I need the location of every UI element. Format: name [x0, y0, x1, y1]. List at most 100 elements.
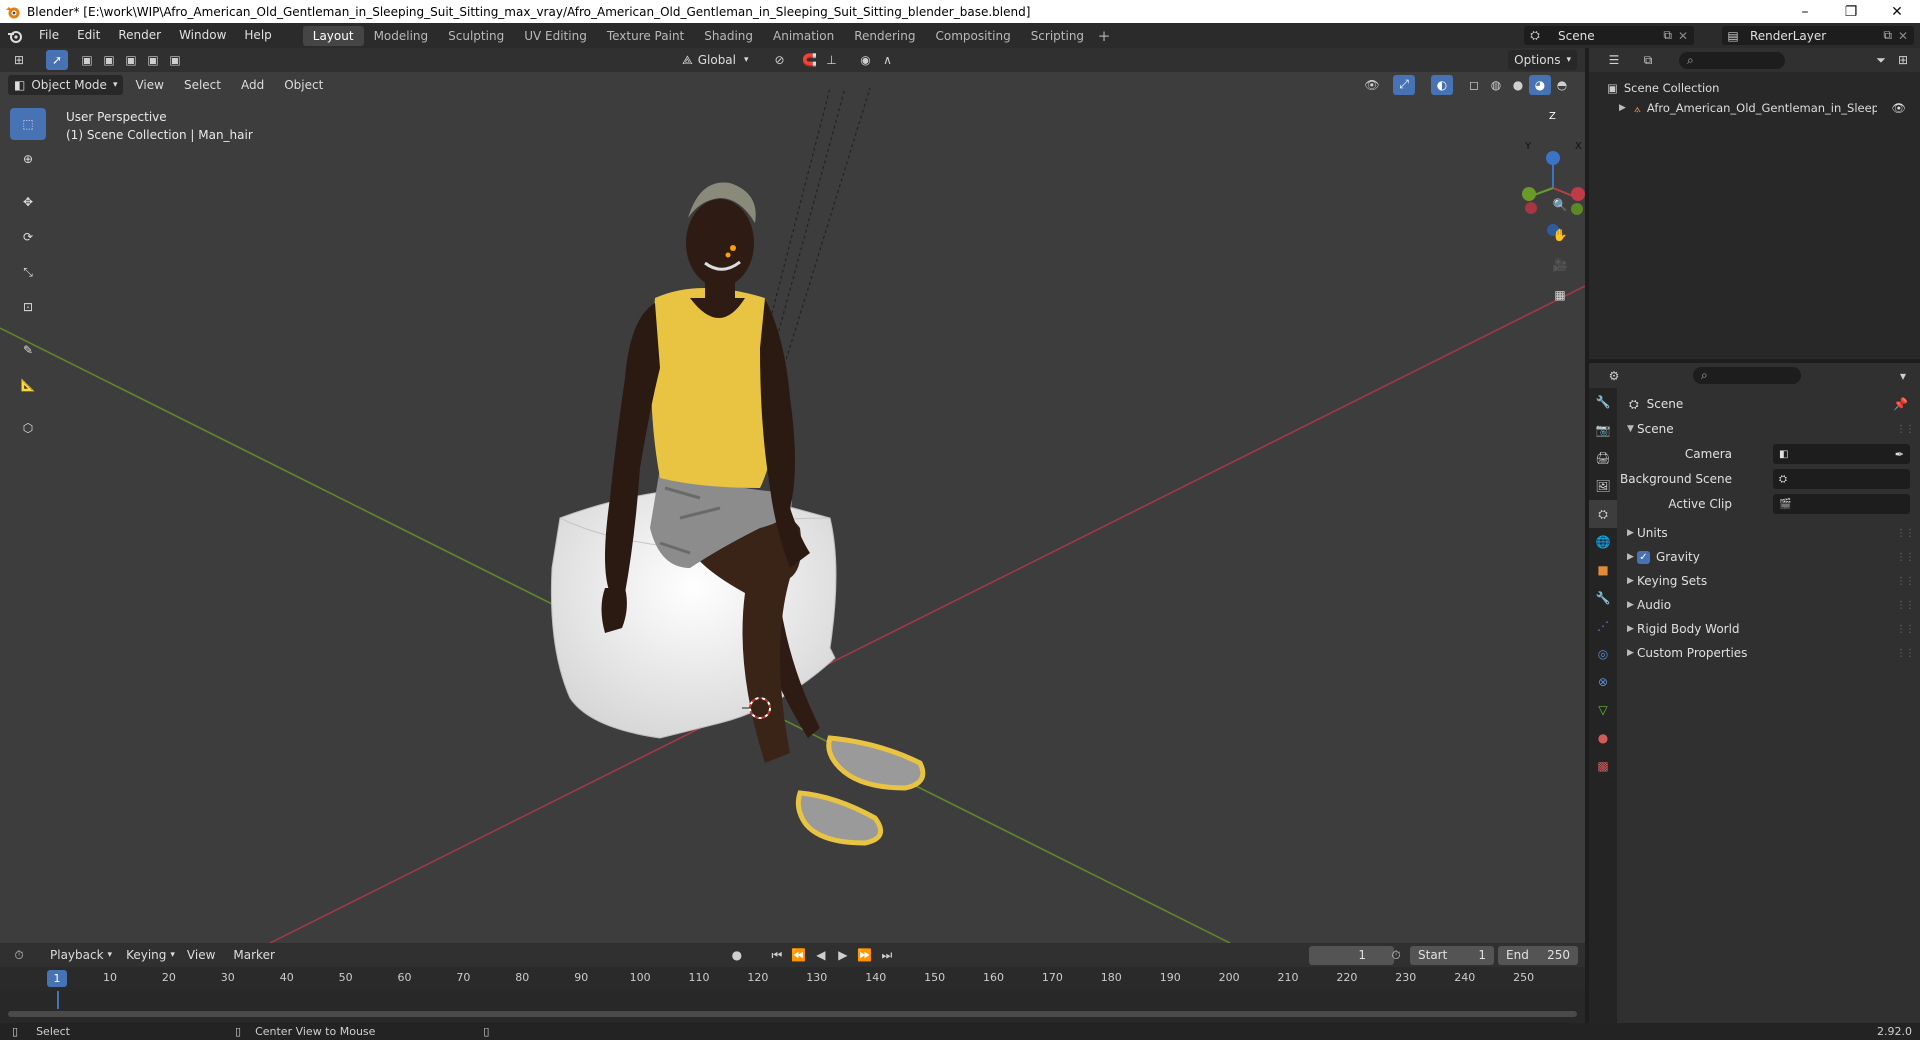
next-keyframe-icon[interactable]: ⏩	[854, 945, 876, 965]
menu-timeline-view[interactable]: View	[181, 945, 221, 965]
jump-end-icon[interactable]: ⏭	[876, 945, 898, 965]
timeline-editor-type-icon[interactable]: ⏱	[8, 945, 30, 965]
timeline-ruler[interactable]: 1 10 20 30 40 50 60 70 80 90 100 110 120 130 140 150 160…	[0, 967, 1585, 991]
drag-handle-icon[interactable]: ⋮⋮	[1896, 552, 1915, 563]
menu-window[interactable]: Window	[170, 23, 235, 48]
outliner-row-scene-collection[interactable]: ▣ Scene Collection	[1589, 78, 1920, 98]
proportional-edit-icon[interactable]: ◉	[855, 50, 877, 70]
expand-arrow-icon[interactable]: ▶	[1619, 103, 1626, 113]
menu-render[interactable]: Render	[109, 23, 170, 48]
tab-sculpting[interactable]: Sculpting	[438, 26, 514, 46]
panel-units-header[interactable]: ▶ Units ⋮⋮	[1617, 521, 1920, 545]
properties-search-input[interactable]: ⌕	[1693, 367, 1801, 384]
view-layer-tab-icon[interactable]: 🖼	[1589, 472, 1617, 500]
camera-view-icon[interactable]: 🎥	[1547, 252, 1573, 278]
scene-selector[interactable]: ⛭ Scene ⧉ ✕	[1524, 26, 1694, 45]
outliner-search-input[interactable]: ⌕	[1679, 51, 1785, 69]
pin-icon[interactable]: 📌	[1893, 397, 1908, 411]
clock-icon[interactable]: ⏱	[1385, 945, 1407, 965]
particles-tab-icon[interactable]: ⋰	[1589, 612, 1617, 640]
active-clip-field[interactable]: 🎬	[1773, 494, 1910, 514]
blender-menu-icon[interactable]	[0, 28, 30, 44]
menu-object[interactable]: Object	[278, 75, 329, 95]
tab-scripting[interactable]: Scripting	[1021, 26, 1094, 46]
menu-playback[interactable]: Playback ▾	[44, 945, 118, 965]
data-tab-icon[interactable]: ▽	[1589, 696, 1617, 724]
add-workspace-button[interactable]: +	[1094, 27, 1114, 45]
select-mode-subtract-icon[interactable]: ▣	[120, 50, 142, 70]
timeline-scrollbar[interactable]	[8, 1011, 1577, 1017]
editor-type-icon[interactable]: ⊞	[8, 50, 30, 70]
outliner-row-object[interactable]: ▶ ⟑ Afro_American_Old_Gentleman_in_Sleep…	[1589, 98, 1920, 118]
select-mode-invert-icon[interactable]: ▣	[142, 50, 164, 70]
snap-toggle-icon[interactable]: 🧲	[799, 50, 821, 70]
menu-keying[interactable]: Keying ▾	[120, 945, 181, 965]
pivot-point-icon[interactable]: ⊘	[769, 50, 791, 70]
playhead-frame-indicator[interactable]: 1	[47, 970, 67, 987]
menu-view[interactable]: View	[129, 75, 169, 95]
render-tab-icon[interactable]: 📷	[1589, 416, 1617, 444]
overlays-icon[interactable]: ◐	[1431, 74, 1453, 95]
end-frame-field[interactable]: End 250	[1498, 945, 1578, 965]
panel-audio-header[interactable]: ▶ Audio ⋮⋮	[1617, 593, 1920, 617]
modifier-tab-icon[interactable]: 🔧	[1589, 584, 1617, 612]
zoom-icon[interactable]: 🔍	[1547, 192, 1573, 218]
play-reverse-icon[interactable]: ◀	[810, 945, 832, 965]
select-box-tool-icon[interactable]: ⬚	[10, 108, 46, 140]
xray-icon[interactable]: ◻	[1463, 75, 1485, 95]
minimize-button[interactable]: –	[1782, 0, 1828, 23]
panel-gravity-header[interactable]: ▶ ✓ Gravity ⋮⋮	[1617, 545, 1920, 569]
start-frame-field[interactable]: Start 1	[1410, 945, 1494, 965]
add-cube-tool-icon[interactable]: ⬡	[10, 412, 46, 444]
drag-handle-icon[interactable]: ⋮⋮	[1896, 424, 1915, 435]
tab-uv-editing[interactable]: UV Editing	[514, 26, 597, 46]
texture-tab-icon[interactable]: ▩	[1589, 752, 1617, 780]
visibility-eye-icon[interactable]: 👁	[1891, 101, 1906, 115]
chevron-down-icon[interactable]: ▾	[1892, 366, 1914, 386]
rotate-tool-icon[interactable]: ⟳	[10, 221, 46, 253]
scene-tab-icon[interactable]: ⛭	[1589, 500, 1617, 528]
select-mode-new-icon[interactable]: ▣	[76, 50, 98, 70]
material-tab-icon[interactable]: ●	[1589, 724, 1617, 752]
select-mode-intersect-icon[interactable]: ▣	[164, 50, 186, 70]
maximize-button[interactable]: ❐	[1828, 0, 1874, 23]
gravity-checkbox[interactable]: ✓	[1637, 550, 1650, 564]
drag-handle-icon[interactable]: ⋮⋮	[1896, 528, 1915, 539]
select-mode-extend-icon[interactable]: ▣	[98, 50, 120, 70]
render-layer-selector[interactable]: ▤ RenderLayer ⧉ ✕	[1722, 26, 1914, 45]
gizmos-icon[interactable]: ⤢	[1393, 74, 1415, 95]
select-tool-icon[interactable]: ➚	[46, 50, 68, 70]
drag-handle-icon[interactable]: ⋮⋮	[1896, 600, 1915, 611]
options-dropdown[interactable]: Options ▾	[1508, 50, 1577, 70]
object-tab-icon[interactable]: ■	[1589, 556, 1617, 584]
ortho-toggle-icon[interactable]: ▦	[1547, 282, 1573, 308]
tab-texture-paint[interactable]: Texture Paint	[597, 26, 694, 46]
annotate-tool-icon[interactable]: ✎	[10, 334, 46, 366]
menu-add[interactable]: Add	[235, 75, 270, 95]
menu-help[interactable]: Help	[235, 23, 280, 48]
measure-tool-icon[interactable]: 📐	[10, 369, 46, 401]
panel-keying-sets-header[interactable]: ▶ Keying Sets ⋮⋮	[1617, 569, 1920, 593]
gizmo-z-label[interactable]: Z	[1549, 111, 1556, 122]
material-shading-icon[interactable]: ◕	[1529, 74, 1551, 95]
camera-field[interactable]: ◧ ✒	[1773, 444, 1910, 464]
menu-file[interactable]: File	[30, 23, 68, 48]
tool-tab-icon[interactable]: 🔧	[1589, 388, 1617, 416]
pan-hand-icon[interactable]: ✋	[1547, 222, 1573, 248]
scale-tool-icon[interactable]: ⤡	[10, 256, 46, 288]
prev-keyframe-icon[interactable]: ⏪	[788, 945, 810, 965]
eyedropper-icon[interactable]: ✒	[1895, 448, 1904, 461]
filter-icon[interactable]: ⏷	[1870, 50, 1892, 70]
properties-editor-type-icon[interactable]: ⚙	[1603, 366, 1625, 386]
tab-compositing[interactable]: Compositing	[925, 26, 1020, 46]
copy-layer-icon[interactable]: ⧉	[1883, 28, 1892, 43]
solid-shading-icon[interactable]: ●	[1507, 75, 1529, 95]
tab-layout[interactable]: Layout	[302, 25, 364, 46]
drag-handle-icon[interactable]: ⋮⋮	[1896, 576, 1915, 587]
close-button[interactable]: ✕	[1874, 0, 1920, 23]
copy-scene-icon[interactable]: ⧉	[1663, 28, 1672, 43]
remove-layer-icon[interactable]: ✕	[1898, 29, 1908, 43]
play-icon[interactable]: ▶	[832, 945, 854, 965]
drag-handle-icon[interactable]: ⋮⋮	[1896, 624, 1915, 635]
gizmo-y-label[interactable]: Y	[1525, 141, 1531, 152]
